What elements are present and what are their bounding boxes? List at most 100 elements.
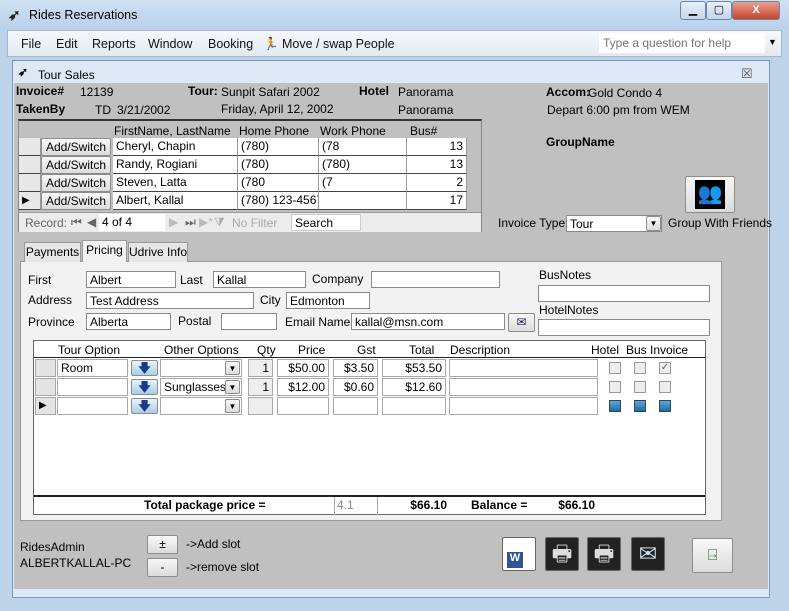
work-phone[interactable]: (78 [319, 138, 407, 156]
add-slot-button[interactable]: ± [147, 535, 178, 554]
tab-payments[interactable]: Payments [24, 242, 81, 262]
tour-option-field[interactable] [57, 378, 128, 396]
add-switch-button[interactable]: Add/Switch [41, 156, 111, 174]
busnotes-field[interactable] [538, 285, 710, 302]
person-name[interactable]: Albert, Kallal [113, 192, 238, 210]
menu-reports[interactable]: Reports [92, 37, 136, 51]
person-name[interactable]: Steven, Latta [113, 174, 238, 192]
hotel-checkbox[interactable] [609, 381, 621, 393]
close-button[interactable]: X [732, 1, 780, 20]
gst-field[interactable]: $3.50 [333, 359, 378, 377]
person-name[interactable]: Cheryl, Chapin [113, 138, 238, 156]
arrow-down-icon[interactable]: 🡇 [131, 398, 158, 414]
row-selector[interactable] [35, 359, 56, 377]
row-selector[interactable] [19, 156, 41, 174]
remove-slot-button[interactable]: - [147, 558, 178, 577]
menu-window[interactable]: Window [148, 37, 192, 51]
add-switch-button[interactable]: Add/Switch [41, 192, 111, 210]
last-record-button[interactable]: ⏭ [185, 215, 196, 230]
chevron-down-icon[interactable]: ▼ [646, 216, 661, 231]
search-input[interactable]: Search [291, 214, 361, 231]
invoice-checkbox[interactable] [659, 381, 671, 393]
printer-icon[interactable]: 🖶 [545, 537, 579, 571]
home-phone[interactable]: (780) [238, 156, 319, 174]
price-field[interactable] [277, 397, 329, 415]
add-switch-button[interactable]: Add/Switch [41, 174, 111, 192]
print-preview-icon[interactable]: 🖶 [587, 537, 621, 571]
help-dropdown-icon[interactable]: ▼ [768, 37, 777, 47]
home-phone[interactable]: (780 [238, 174, 319, 192]
group-with-friends-button[interactable]: 👥 [685, 176, 735, 213]
qty-field[interactable]: 1 [248, 359, 273, 377]
word-export-icon[interactable]: W [502, 537, 536, 571]
bus-number[interactable]: 13 [407, 156, 467, 174]
qty-field[interactable] [248, 397, 273, 415]
menu-move-swap-people[interactable]: Move / swap People [282, 37, 395, 51]
chevron-down-icon[interactable]: ▼ [225, 380, 240, 394]
help-search-input[interactable] [599, 33, 765, 53]
tour-option-field[interactable]: Room [57, 359, 128, 377]
maximize-button[interactable]: ▢ [706, 1, 732, 20]
next-record-button[interactable]: ▶ [169, 215, 178, 229]
description-field[interactable] [449, 397, 598, 415]
menu-booking[interactable]: Booking [208, 37, 253, 51]
work-phone[interactable]: (780) [319, 156, 407, 174]
row-selector[interactable] [19, 174, 41, 192]
hotel-checkbox[interactable] [609, 362, 621, 374]
chevron-down-icon[interactable]: ▼ [225, 361, 240, 375]
row-selector[interactable]: ▶ [35, 397, 56, 415]
exit-door-icon[interactable]: ⍈ [692, 538, 733, 573]
row-selector[interactable] [35, 378, 56, 396]
home-phone[interactable]: (780) [238, 138, 319, 156]
chevron-down-icon[interactable]: ▼ [225, 399, 240, 413]
city-field[interactable]: Edmonton [286, 292, 370, 309]
invoice-checkbox[interactable] [659, 400, 671, 412]
qty-field[interactable]: 1 [248, 378, 273, 396]
home-phone[interactable]: (780) 123-4567 [238, 192, 319, 210]
bus-checkbox[interactable] [634, 381, 646, 393]
postal-field[interactable] [221, 313, 277, 330]
no-filter-button[interactable]: No Filter [232, 216, 277, 230]
row-selector[interactable] [19, 138, 41, 156]
company-field[interactable] [371, 271, 500, 288]
record-position[interactable]: 4 of 4 [99, 214, 165, 231]
person-name[interactable]: Randy, Rogiani [113, 156, 238, 174]
email-field[interactable]: kallal@msn.com [351, 313, 505, 330]
province-field[interactable]: Alberta [86, 313, 171, 330]
bus-number[interactable]: 17 [407, 192, 467, 210]
send-email-button[interactable]: ✉ [508, 313, 535, 332]
gst-field[interactable] [333, 397, 378, 415]
hotelnotes-field[interactable] [538, 319, 710, 336]
new-record-button[interactable]: ▶* [199, 215, 213, 229]
total-field[interactable]: $53.50 [382, 359, 446, 377]
bus-number[interactable]: 2 [407, 174, 467, 192]
price-field[interactable]: $50.00 [277, 359, 329, 377]
price-field[interactable]: $12.00 [277, 378, 329, 396]
row-selector[interactable]: ▶ [19, 192, 41, 210]
menu-edit[interactable]: Edit [56, 37, 78, 51]
hotel-checkbox[interactable] [609, 400, 621, 412]
email-report-icon[interactable]: ✉ [631, 537, 665, 571]
bus-checkbox[interactable] [634, 400, 646, 412]
first-record-button[interactable]: ⏮ [71, 215, 82, 230]
tab-pricing[interactable]: Pricing [82, 240, 127, 262]
minimize-button[interactable]: ▁ [680, 1, 706, 20]
description-field[interactable] [449, 378, 598, 396]
invoice-checkbox[interactable]: ✓ [659, 362, 671, 374]
last-name-field[interactable]: Kallal [213, 271, 306, 288]
first-name-field[interactable]: Albert [86, 271, 176, 288]
prev-record-button[interactable]: ◀ [87, 215, 96, 229]
total-field[interactable]: $12.60 [382, 378, 446, 396]
form-close-icon[interactable]: ☒ [741, 66, 753, 82]
bus-number[interactable]: 13 [407, 138, 467, 156]
gst-field[interactable]: $0.60 [333, 378, 378, 396]
description-field[interactable] [449, 359, 598, 377]
work-phone[interactable]: (7 [319, 174, 407, 192]
bus-checkbox[interactable] [634, 362, 646, 374]
total-field[interactable] [382, 397, 446, 415]
address-field[interactable]: Test Address [86, 292, 254, 309]
invoice-type-select[interactable]: Tour ▼ [566, 215, 662, 232]
menu-file[interactable]: File [21, 37, 41, 51]
work-phone[interactable] [319, 192, 407, 210]
arrow-down-icon[interactable]: 🡇 [131, 360, 158, 376]
